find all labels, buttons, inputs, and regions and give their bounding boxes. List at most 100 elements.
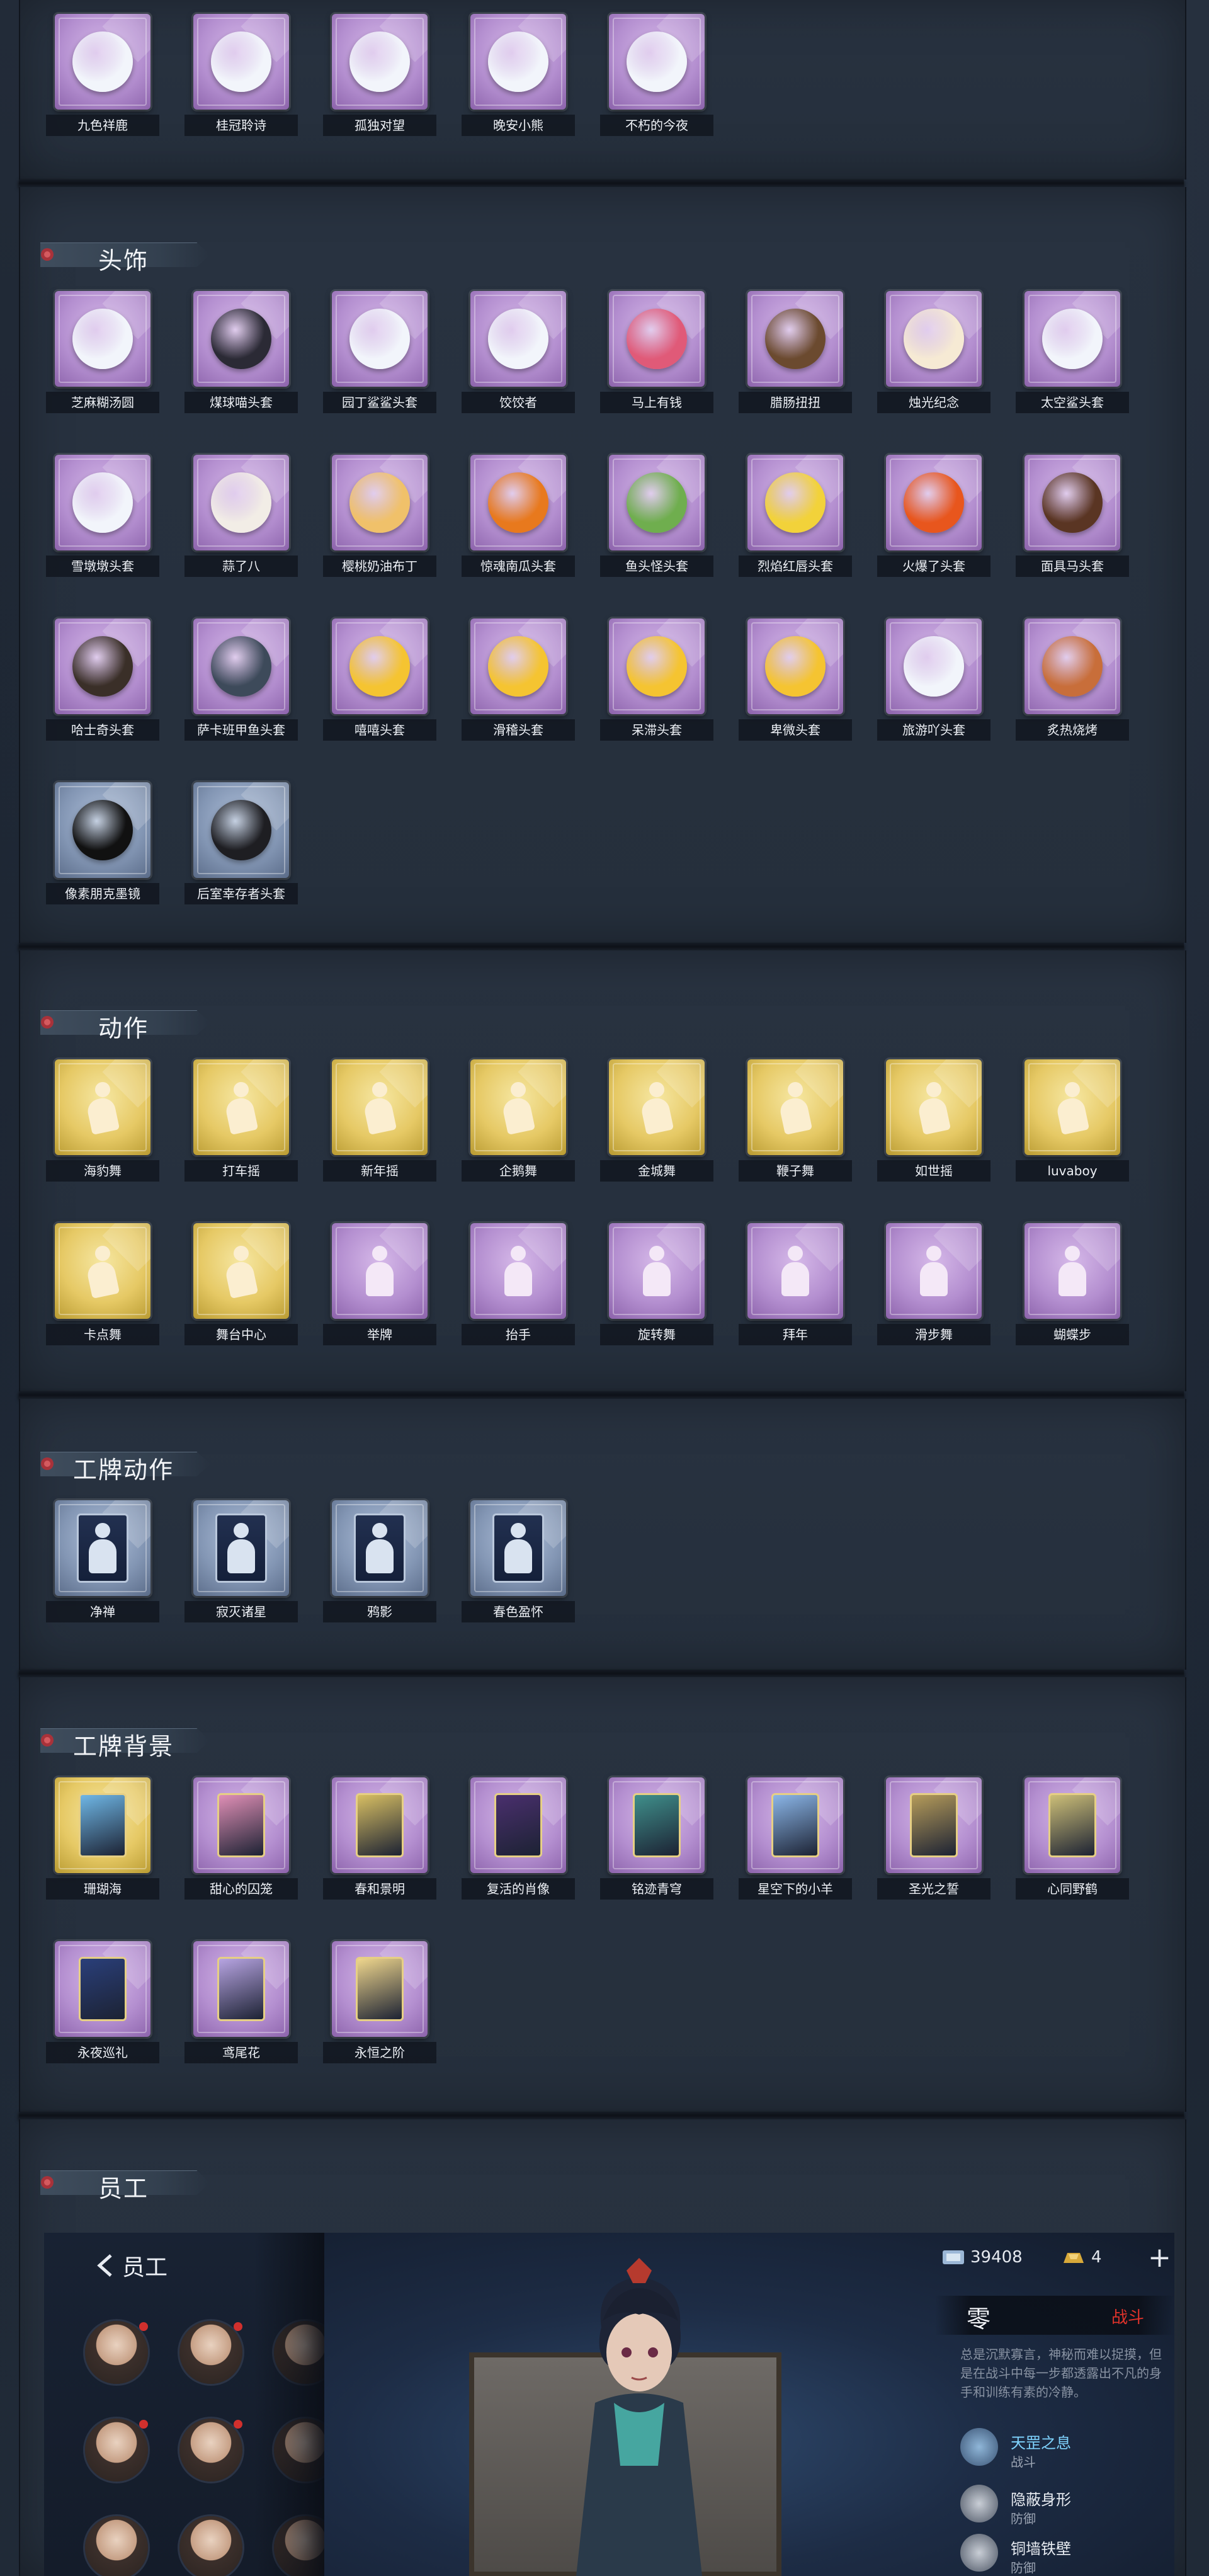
dog-head-icon: [747, 291, 843, 387]
fish-head-icon: [193, 618, 289, 714]
item-card[interactable]: 烛光纪念: [877, 291, 990, 417]
dance-pose-icon: [747, 1059, 843, 1155]
item-card[interactable]: 芝麻糊汤圆: [46, 291, 159, 417]
item-card[interactable]: 圣光之誓: [877, 1777, 990, 1903]
item-card[interactable]: 后室幸存者头套: [184, 782, 298, 908]
item-card[interactable]: 旅游吖头套: [877, 618, 990, 744]
item-card[interactable]: 蒜了八: [184, 455, 298, 581]
item-card[interactable]: 旋转舞: [600, 1223, 713, 1349]
skill-breath-icon: [960, 2428, 998, 2466]
item-card[interactable]: 抬手: [462, 1223, 575, 1349]
item-card[interactable]: 呆滞头套: [600, 618, 713, 744]
item-card[interactable]: 鱼头怪头套: [600, 455, 713, 581]
character-description: 总是沉默寡言，神秘而难以捉摸，但是在战斗中每一步都透露出不凡的身手和训练有素的冷…: [960, 2347, 1162, 2400]
item-card[interactable]: 面具马头套: [1016, 455, 1129, 581]
item-label: 后室幸存者头套: [184, 883, 298, 904]
section-divider: [19, 1391, 1184, 1399]
item-card[interactable]: 珊瑚海: [46, 1777, 159, 1903]
item-card[interactable]: 春和景明: [323, 1777, 436, 1903]
item-card[interactable]: 铭迹青穹: [600, 1777, 713, 1903]
item-card[interactable]: 滑稽头套: [462, 618, 575, 744]
staff-preview-screen: 员工: [44, 2233, 1174, 2576]
item-card[interactable]: 新年摇: [323, 1059, 436, 1185]
item-card[interactable]: 炙热烧烤: [1016, 618, 1129, 744]
item-card[interactable]: 腊肠扭扭: [739, 291, 852, 417]
item-card[interactable]: 甜心的囚笼: [184, 1777, 298, 1903]
item-card[interactable]: 企鹅舞: [462, 1059, 575, 1185]
item-card[interactable]: luvaboy: [1016, 1059, 1129, 1185]
dance-pose-icon: [55, 1059, 150, 1155]
item-card[interactable]: 萨卡班甲鱼头套: [184, 618, 298, 744]
section-divider: [19, 2112, 1184, 2119]
item-card[interactable]: 像素朋克墨镜: [46, 782, 159, 908]
item-card[interactable]: 打车摇: [184, 1059, 298, 1185]
item-label: 铭迹青穹: [600, 1878, 713, 1900]
item-card[interactable]: 孤独对望: [323, 14, 436, 140]
item-card[interactable]: 鸢尾花: [184, 1941, 298, 2067]
pudding-head-icon: [332, 455, 428, 550]
item-card[interactable]: 煤球喵头套: [184, 291, 298, 417]
ticket-icon: [943, 2250, 964, 2264]
item-card[interactable]: 雪墩墩头套: [46, 455, 159, 581]
item-label: 雪墩墩头套: [46, 556, 159, 577]
item-card[interactable]: 滑步舞: [877, 1223, 990, 1349]
item-label: 炙热烧烤: [1016, 719, 1129, 741]
item-card[interactable]: 鞭子舞: [739, 1059, 852, 1185]
doll-charm-icon: [332, 14, 428, 110]
item-card[interactable]: 鸦影: [323, 1500, 436, 1626]
item-label: 举牌: [323, 1324, 436, 1345]
item-label: 孤独对望: [323, 115, 436, 136]
item-card[interactable]: 太空鲨头套: [1016, 291, 1129, 417]
item-card[interactable]: 寂灭诸星: [184, 1500, 298, 1626]
item-card[interactable]: 举牌: [323, 1223, 436, 1349]
item-card[interactable]: 金城舞: [600, 1059, 713, 1185]
item-card[interactable]: 永恒之阶: [323, 1941, 436, 2067]
item-card[interactable]: 烈焰红唇头套: [739, 455, 852, 581]
skill-stealth-icon: [960, 2485, 998, 2522]
item-card[interactable]: 哈士奇头套: [46, 618, 159, 744]
skill-wall-icon: [960, 2534, 998, 2572]
rose-emblem-icon: [38, 2173, 57, 2192]
item-card[interactable]: 舞台中心: [184, 1223, 298, 1349]
brown-horse-head-icon: [1025, 455, 1120, 550]
item-card[interactable]: 不朽的今夜: [600, 14, 713, 140]
skill-type: 防御: [1011, 2560, 1036, 2575]
item-card[interactable]: 卑微头套: [739, 618, 852, 744]
item-card[interactable]: 永夜巡礼: [46, 1941, 159, 2067]
item-card[interactable]: 园丁鲨鲨头套: [323, 291, 436, 417]
item-label: 舞台中心: [184, 1324, 298, 1345]
item-card[interactable]: 晚安小熊: [462, 14, 575, 140]
item-card[interactable]: 卡点舞: [46, 1223, 159, 1349]
dance-pose-icon: [193, 1223, 289, 1319]
item-card[interactable]: 火爆了头套: [877, 455, 990, 581]
item-card[interactable]: 马上有钱: [600, 291, 713, 417]
fish-monster-head-icon: [609, 455, 705, 550]
item-card[interactable]: 星空下的小羊: [739, 1777, 852, 1903]
add-currency-button[interactable]: +: [1148, 2242, 1171, 2274]
item-card[interactable]: 如世摇: [877, 1059, 990, 1185]
item-card[interactable]: 净禅: [46, 1500, 159, 1626]
item-card[interactable]: 樱桃奶油布丁: [323, 455, 436, 581]
item-card[interactable]: 复活的肖像: [462, 1777, 575, 1903]
item-card[interactable]: 嘻嘻头套: [323, 618, 436, 744]
item-label: 鸢尾花: [184, 2042, 298, 2063]
item-card[interactable]: 春色盈怀: [462, 1500, 575, 1626]
item-card[interactable]: 惊魂南瓜头套: [462, 455, 575, 581]
item-card[interactable]: 蝴蝶步: [1016, 1223, 1129, 1349]
raise-hand-pose-icon: [470, 1223, 566, 1319]
item-label: 烈焰红唇头套: [739, 556, 852, 577]
garlic-head-icon: [193, 455, 289, 550]
badge-pose-icon: [470, 1500, 566, 1596]
roster-fade: [44, 2233, 324, 2576]
item-card[interactable]: 海豹舞: [46, 1059, 159, 1185]
item-label: 企鹅舞: [462, 1160, 575, 1182]
item-label: 卡点舞: [46, 1324, 159, 1345]
item-label: 新年摇: [323, 1160, 436, 1182]
item-card[interactable]: 桂冠聆诗: [184, 14, 298, 140]
section-title: 工牌动作: [73, 1456, 174, 1484]
item-card[interactable]: 九色祥鹿: [46, 14, 159, 140]
item-card[interactable]: 拜年: [739, 1223, 852, 1349]
item-label: 芝麻糊汤圆: [46, 392, 159, 413]
item-card[interactable]: 饺饺者: [462, 291, 575, 417]
item-card[interactable]: 心同野鹤: [1016, 1777, 1129, 1903]
